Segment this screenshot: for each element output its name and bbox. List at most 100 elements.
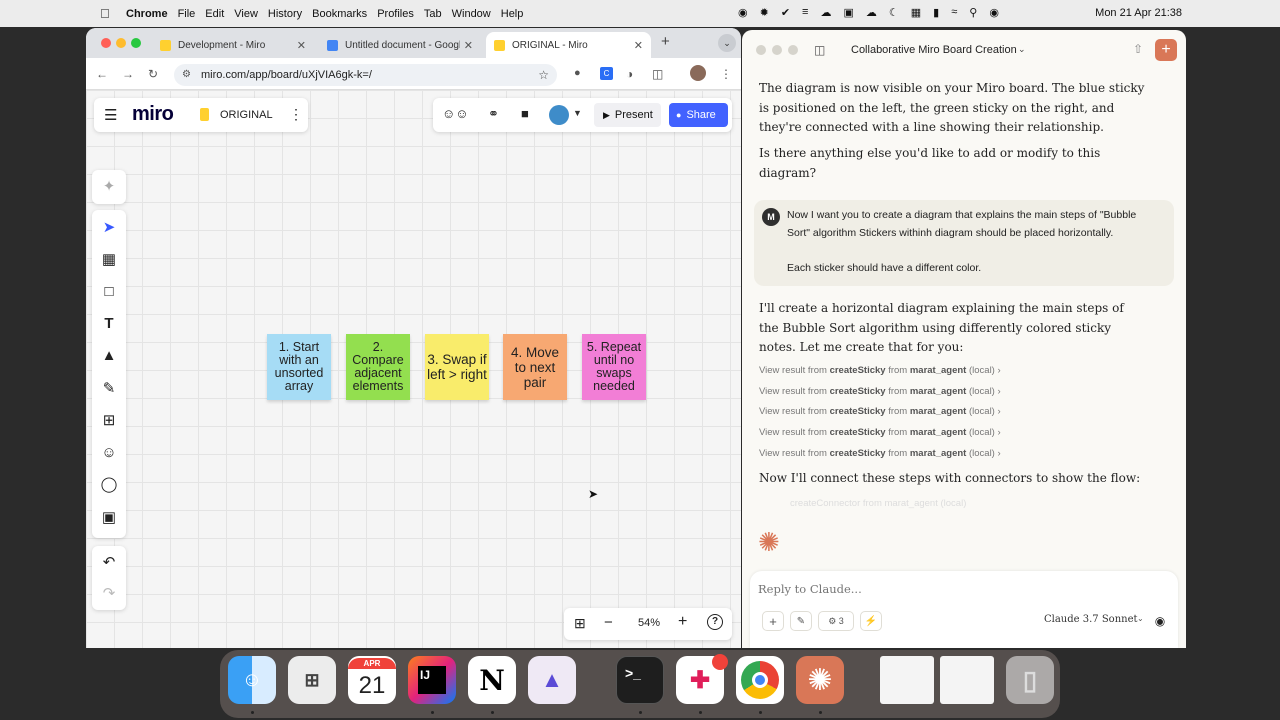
menu-clock[interactable]: Mon 21 Apr 21:38 xyxy=(1095,7,1182,19)
zoom-window-button[interactable] xyxy=(788,45,798,55)
reactions-icon[interactable]: ☺☺ xyxy=(442,106,469,121)
back-icon[interactable]: ← xyxy=(96,67,108,81)
claude-icon[interactable]: ✺ xyxy=(796,656,844,704)
tab-google-doc[interactable]: Untitled document - Google ✕ xyxy=(319,32,481,58)
bookmark-star-icon[interactable]: ☆ xyxy=(538,64,549,86)
new-chat-button[interactable]: + xyxy=(1155,39,1177,61)
sticky-note-icon[interactable]: □ xyxy=(92,278,126,306)
tab-search-icon[interactable]: ⌄ xyxy=(718,34,736,52)
extension-globe-icon[interactable]: ◑ xyxy=(626,67,633,81)
sidebar-toggle-icon[interactable]: ◫ xyxy=(814,43,825,57)
keyboard-icon[interactable]: ▦ xyxy=(911,6,921,19)
new-tab-button[interactable]: + xyxy=(661,33,670,50)
menu-file[interactable]: File xyxy=(178,8,196,20)
board-options-icon[interactable]: ⋮ xyxy=(289,106,303,123)
sticky-note-1[interactable]: 1. Start with an unsorted array xyxy=(267,334,331,400)
calendar-icon[interactable]: APR 21 xyxy=(348,656,396,704)
battery-icon[interactable]: ▮ xyxy=(933,6,939,19)
menu-edit[interactable]: Edit xyxy=(205,8,224,20)
tool-result-link[interactable]: View result from createSticky from marat… xyxy=(759,386,1001,397)
extension-c-icon[interactable]: C xyxy=(600,67,613,80)
chevron-down-icon[interactable]: ⌄ xyxy=(1018,44,1026,55)
menu-profiles[interactable]: Profiles xyxy=(377,8,414,20)
pen-icon[interactable]: ✎ xyxy=(92,375,126,403)
model-selector[interactable]: Claude 3.7 Sonnet xyxy=(1044,614,1138,625)
minimize-window-button[interactable] xyxy=(116,38,126,48)
reply-input[interactable] xyxy=(758,581,1158,597)
tool-result-link[interactable]: View result from createSticky from marat… xyxy=(759,406,1001,417)
trash-icon[interactable]: ▯ xyxy=(1006,656,1054,704)
chrome-menu-icon[interactable]: ⋮ xyxy=(720,67,732,81)
zoom-out-icon[interactable]: − xyxy=(604,614,613,631)
tab-development-miro[interactable]: Development - Miro ✕ xyxy=(152,32,314,58)
search-icon[interactable]: ⚲ xyxy=(969,6,977,19)
apple-icon[interactable]:  xyxy=(100,6,116,21)
extension-circle-icon[interactable]: ● xyxy=(574,67,581,79)
text-tool-icon[interactable]: T xyxy=(92,310,126,338)
present-button[interactable]: ▶ Present xyxy=(594,103,661,127)
close-tab-icon[interactable]: ✕ xyxy=(634,39,643,52)
frame-icon[interactable]: ⊞ xyxy=(92,407,126,435)
menu-history[interactable]: History xyxy=(268,8,302,20)
tab-original-miro[interactable]: ORIGINAL - Miro ✕ xyxy=(486,32,651,58)
stack-icon[interactable]: ≡ xyxy=(802,6,808,19)
menu-tab[interactable]: Tab xyxy=(424,8,442,20)
conversation-title[interactable]: Collaborative Miro Board Creation xyxy=(851,44,1017,56)
miro-logo[interactable]: miro xyxy=(132,103,174,126)
help-icon[interactable]: ? xyxy=(707,614,723,630)
sticky-note-3[interactable]: 3. Swap if left > right xyxy=(425,334,489,400)
intellij-icon[interactable]: IJ xyxy=(408,656,456,704)
stop-generation-icon[interactable]: ◉ xyxy=(1150,611,1170,631)
minimize-window-button[interactable] xyxy=(772,45,782,55)
affinity-icon[interactable]: ▲ xyxy=(528,656,576,704)
close-tab-icon[interactable]: ✕ xyxy=(464,39,473,52)
control-center-icon[interactable]: ◉ xyxy=(989,6,999,19)
sticky-note-5[interactable]: 5. Repeat until no swaps needed xyxy=(582,334,646,400)
tool-result-link[interactable]: View result from createSticky from marat… xyxy=(759,448,1001,459)
board-name[interactable]: ORIGINAL xyxy=(220,109,273,121)
close-window-button[interactable] xyxy=(101,38,111,48)
zoom-in-icon[interactable]: + xyxy=(678,613,687,631)
tool-result-link[interactable]: View result from createSticky from marat… xyxy=(759,427,1001,438)
main-menu-icon[interactable]: ☰ xyxy=(104,106,117,124)
chat-icon[interactable]: ⚭ xyxy=(488,106,499,122)
forward-icon[interactable]: → xyxy=(122,67,134,81)
ai-sparkle-icon[interactable]: ✦ xyxy=(92,173,126,201)
emoji-icon[interactable]: ☺ xyxy=(92,439,126,467)
chevron-down-icon[interactable]: ▼ xyxy=(573,108,582,118)
attach-icon[interactable]: + xyxy=(762,611,784,631)
zoom-level[interactable]: 54% xyxy=(638,617,660,629)
profile-avatar[interactable] xyxy=(690,65,706,81)
record-icon[interactable]: ◉ xyxy=(738,6,748,19)
chevron-down-icon[interactable]: ⌄ xyxy=(1137,614,1144,623)
menu-app-name[interactable]: Chrome xyxy=(126,8,168,20)
zoom-window-button[interactable] xyxy=(131,38,141,48)
templates-icon[interactable]: ▦ xyxy=(92,246,126,274)
cloud-sync-icon[interactable]: ☁ xyxy=(820,6,831,19)
tool-result-link[interactable]: View result from createSticky from marat… xyxy=(759,365,1001,376)
cloud-icon[interactable]: ☁ xyxy=(866,6,877,19)
more-tools-icon[interactable]: ▣ xyxy=(92,504,126,532)
close-tab-icon[interactable]: ✕ xyxy=(297,39,306,52)
fit-to-screen-icon[interactable]: ⊞ xyxy=(574,615,586,632)
sticky-note-4[interactable]: 4. Move to next pair xyxy=(503,334,567,400)
redo-icon[interactable]: ↷ xyxy=(92,580,126,608)
site-info-icon[interactable]: ⚙ xyxy=(182,64,191,86)
clipboard-icon[interactable]: ▣ xyxy=(843,6,853,19)
menu-bookmarks[interactable]: Bookmarks xyxy=(312,8,367,20)
tools-button[interactable]: ⚙ 3 xyxy=(818,611,854,631)
sticky-note-2[interactable]: 2. Compare adjacent elements xyxy=(346,334,410,400)
menu-view[interactable]: View xyxy=(234,8,258,20)
recent-document-thumbnail[interactable] xyxy=(880,656,934,704)
share-button[interactable]: ● Share xyxy=(669,103,728,127)
share-icon[interactable]: ⇧ xyxy=(1133,42,1143,56)
select-tool-icon[interactable]: ➤ xyxy=(92,214,126,242)
url-field[interactable]: ⚙ miro.com/app/board/uXjVIA6gk-k=/ ☆ xyxy=(174,64,557,86)
moon-icon[interactable]: ☾ xyxy=(889,6,899,19)
integrations-icon[interactable]: ⚡ xyxy=(860,611,882,631)
chrome-icon[interactable] xyxy=(736,656,784,704)
shapes-icon[interactable]: ▲ xyxy=(92,342,126,370)
undo-icon[interactable]: ↶ xyxy=(92,549,126,577)
wifi-icon[interactable]: ≈ xyxy=(951,6,957,19)
video-icon[interactable]: ■ xyxy=(521,106,529,121)
